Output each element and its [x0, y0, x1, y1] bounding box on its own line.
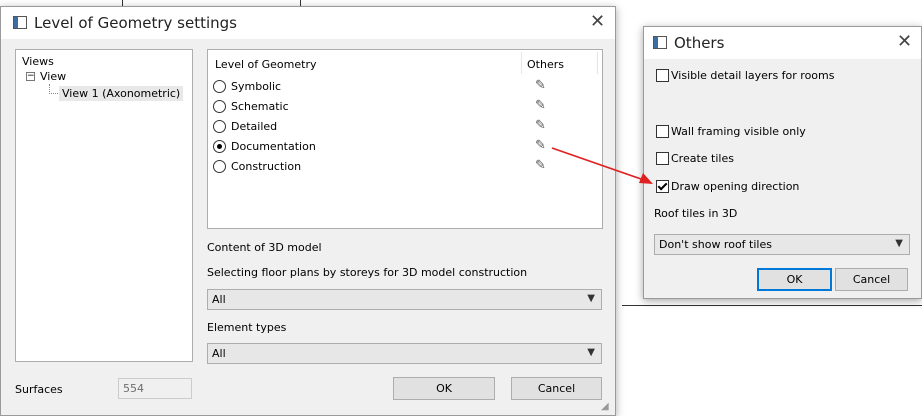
annotation-arrow	[551, 147, 653, 184]
arrow-line	[551, 147, 645, 181]
arrow-head-icon	[639, 173, 653, 184]
